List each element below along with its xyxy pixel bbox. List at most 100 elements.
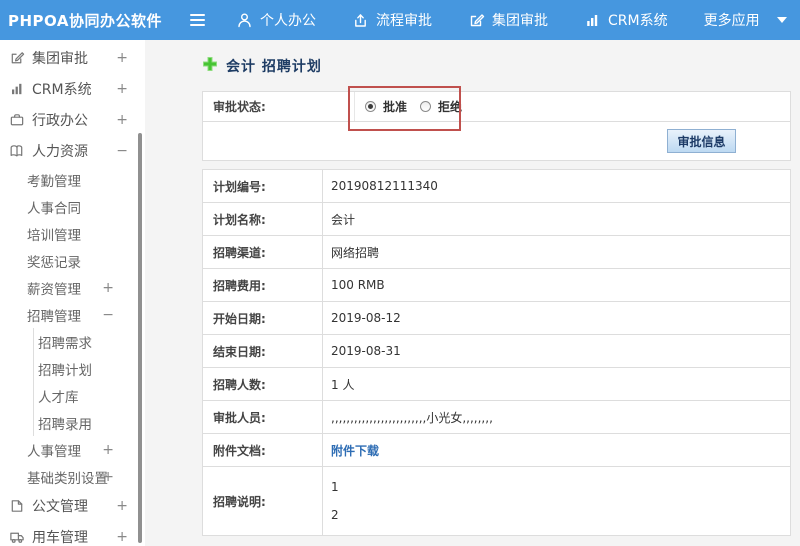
field-label: 计划名称:: [202, 202, 323, 236]
nav-item-label: 个人办公: [260, 13, 316, 29]
sidebar-item-admin-office[interactable]: 行政办公 +: [0, 104, 145, 135]
table-row: 审批人员: ,,,,,,,,,,,,,,,,,,,,,,,,,小光女,,,,,,…: [202, 400, 791, 434]
flow-icon: [352, 12, 369, 29]
sidebar-item-salary[interactable]: 薪资管理 +: [0, 274, 145, 301]
sidebar-item-rewards[interactable]: 奖惩记录: [0, 247, 145, 274]
attachment-download-link[interactable]: 附件下载: [331, 444, 379, 458]
recruit-submenu: 招聘需求 招聘计划 人才库 招聘录用: [33, 328, 145, 436]
nav-item-label: 集团审批: [492, 13, 548, 29]
sidebar-item-vehicle-mgmt[interactable]: 用车管理 +: [0, 521, 145, 546]
sidebar-item-label: 招聘需求: [38, 335, 92, 352]
table-row: 计划编号: 20190812111340: [202, 169, 791, 203]
field-value: 1 2: [331, 480, 339, 522]
sidebar-item-label: 招聘管理: [27, 308, 81, 325]
sidebar-item-label: 基础类别设置: [27, 470, 108, 487]
expand-icon[interactable]: +: [102, 280, 114, 296]
expand-icon[interactable]: +: [116, 112, 128, 128]
sidebar-item-label: 薪资管理: [27, 281, 81, 298]
approval-status-row: 审批状态: 批准 拒绝: [203, 92, 790, 122]
approval-button-row: 审批信息: [203, 122, 790, 160]
sidebar-item-recruit-plan[interactable]: 招聘计划: [34, 355, 145, 382]
table-row: 招聘人数: 1 人: [202, 367, 791, 401]
collapse-icon[interactable]: −: [116, 143, 128, 159]
table-row: 计划名称: 会计: [202, 202, 791, 236]
nav-item-label: 更多应用: [703, 13, 760, 29]
nav-item-process-approval[interactable]: 流程审批: [352, 10, 432, 30]
sidebar-scrollbar[interactable]: [138, 133, 142, 543]
sidebar-item-label: 奖惩记录: [27, 254, 81, 271]
field-label: 招聘人数:: [202, 367, 323, 401]
sidebar-item-base-category[interactable]: 基础类别设置 +: [0, 463, 145, 490]
sidebar-item-label: 集团审批: [32, 50, 88, 67]
add-plus-icon[interactable]: [202, 56, 218, 76]
expand-icon[interactable]: +: [102, 442, 114, 458]
field-value: ,,,,,,,,,,,,,,,,,,,,,,,,,小光女,,,,,,,,: [322, 400, 791, 434]
field-label: 开始日期:: [202, 301, 323, 335]
hamburger-menu-icon[interactable]: [190, 14, 210, 26]
field-value: 2019-08-12: [322, 301, 791, 335]
radio-reject-label: 拒绝: [438, 100, 463, 114]
approval-radio-group: 批准 拒绝: [355, 92, 468, 121]
nav-item-more-apps[interactable]: 更多应用: [704, 10, 787, 30]
expand-icon[interactable]: +: [102, 469, 114, 485]
expand-icon[interactable]: +: [116, 81, 128, 97]
approval-status-label: 审批状态:: [203, 92, 355, 121]
sidebar-item-label: 用车管理: [32, 529, 88, 546]
sidebar-item-label: 招聘计划: [38, 362, 92, 379]
sidebar-item-training[interactable]: 培训管理: [0, 220, 145, 247]
sidebar-item-label: 人事管理: [27, 443, 81, 460]
expand-icon[interactable]: +: [116, 50, 128, 66]
nav-item-crm[interactable]: CRM系统: [584, 10, 668, 30]
sidebar-item-crm[interactable]: CRM系统 +: [0, 73, 145, 104]
radio-approve-label: 批准: [383, 100, 408, 114]
table-row: 开始日期: 2019-08-12: [202, 301, 791, 335]
sidebar-item-label: 考勤管理: [27, 173, 81, 190]
nav-item-label: CRM系统: [608, 13, 668, 29]
sidebar-item-label: 培训管理: [27, 227, 81, 244]
edit-square-icon: [9, 50, 26, 66]
sidebar-item-label: 人事合同: [27, 200, 81, 217]
sidebar-item-label: 人力资源: [32, 143, 88, 160]
nav-item-label: 流程审批: [376, 13, 432, 29]
field-label: 招聘说明:: [202, 466, 323, 536]
field-label: 结束日期:: [202, 334, 323, 368]
book-icon: [9, 143, 26, 159]
sidebar-item-group-approval[interactable]: 集团审批 +: [0, 42, 145, 73]
field-value: 2019-08-31: [322, 334, 791, 368]
field-label: 计划编号:: [202, 169, 323, 203]
top-navbar: PHPOA协同办公软件 个人办公 流程审批 集团审批 CRM系统 更多应用: [0, 0, 800, 40]
sidebar-item-label: 公文管理: [32, 498, 88, 515]
sidebar-item-label: 招聘录用: [38, 416, 92, 433]
nav-item-personal-office[interactable]: 个人办公: [236, 10, 316, 30]
field-value: 网络招聘: [322, 235, 791, 269]
expand-icon[interactable]: +: [116, 529, 128, 545]
sidebar-item-recruit-mgmt[interactable]: 招聘管理 −: [0, 301, 145, 328]
edit-icon: [468, 12, 485, 29]
expand-icon[interactable]: +: [116, 498, 128, 514]
sidebar-item-hr-contract[interactable]: 人事合同: [0, 193, 145, 220]
field-label: 审批人员:: [202, 400, 323, 434]
radio-approve[interactable]: [365, 101, 376, 112]
app-title: PHPOA协同办公软件: [8, 11, 162, 30]
sidebar-item-recruit-demand[interactable]: 招聘需求: [34, 328, 145, 355]
document-icon: [9, 498, 26, 514]
briefcase-icon: [9, 112, 26, 128]
table-row: 招聘费用: 100 RMB: [202, 268, 791, 302]
page-title: 会计 招聘计划: [226, 59, 322, 75]
nav-item-group-approval[interactable]: 集团审批: [468, 10, 548, 30]
caret-down-icon: [776, 17, 787, 23]
truck-icon: [9, 529, 26, 545]
field-value: 100 RMB: [322, 268, 791, 302]
sidebar-item-hr[interactable]: 人力资源 −: [0, 135, 145, 166]
sidebar-item-talent-pool[interactable]: 人才库: [34, 382, 145, 409]
sidebar-item-recruit-hire[interactable]: 招聘录用: [34, 409, 145, 436]
sidebar-item-attendance[interactable]: 考勤管理: [0, 166, 145, 193]
sidebar-item-document-mgmt[interactable]: 公文管理 +: [0, 490, 145, 521]
chart-icon: [584, 12, 601, 29]
sidebar-item-personnel-mgmt[interactable]: 人事管理 +: [0, 436, 145, 463]
radio-reject[interactable]: [420, 101, 432, 112]
collapse-icon[interactable]: −: [102, 307, 114, 323]
approval-info-button[interactable]: 审批信息: [667, 129, 736, 153]
table-row: 附件文档: 附件下载: [202, 433, 791, 467]
sidebar-item-label: 人才库: [38, 389, 79, 406]
